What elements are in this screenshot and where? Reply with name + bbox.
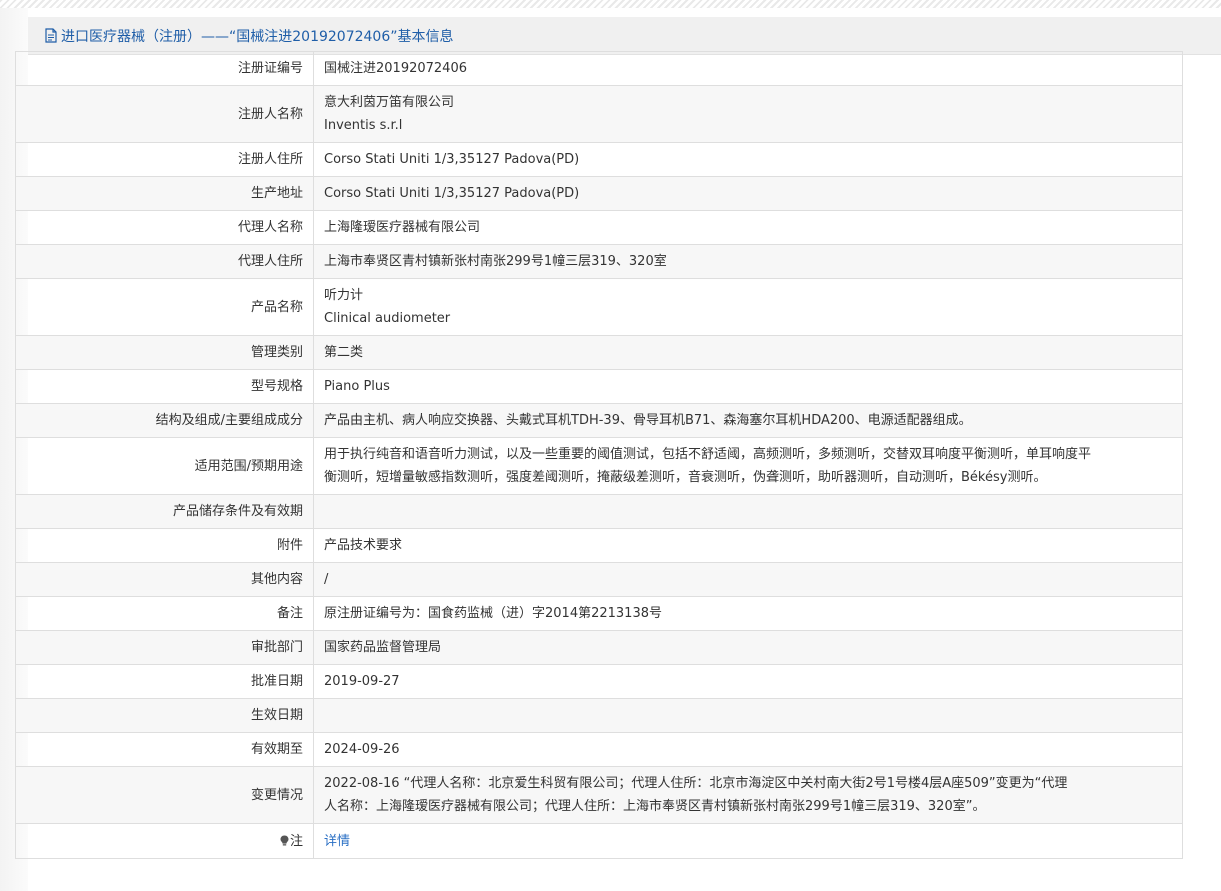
table-row: 注册人住所 Corso Stati Uniti 1/3,35127 Padova… [15,142,1183,177]
table-row: 变更情况 2022-08-16 “代理人名称：北京爱生科贸有限公司；代理人住所：… [15,766,1183,824]
structure-label: 结构及组成/主要组成成分 [15,403,314,438]
valid-until-value: 2024-09-26 [313,732,1183,767]
approval-dept-value: 国家药品监督管理局 [313,630,1183,665]
remark-value: 原注册证编号为：国食药监械（进）字2014第2213138号 [313,596,1183,631]
intended-use-line-1: 用于执行纯音和语音听力测试，以及一些重要的阈值测试，包括不舒适阈，高频测听，多频… [324,447,1092,462]
bulb-icon [280,835,289,845]
note-label-cell: 注 [15,823,314,859]
table-row: 备注 原注册证编号为：国食药监械（进）字2014第2213138号 [15,596,1183,631]
agent-address-value: 上海市奉贤区青村镇新张村南张299号1幢三层319、320室 [313,244,1183,279]
table-row: 适用范围/预期用途 用于执行纯音和语音听力测试，以及一些重要的阈值测试，包括不舒… [15,437,1183,495]
intended-use-value: 用于执行纯音和语音听力测试，以及一些重要的阈值测试，包括不舒适阈，高频测听，多频… [313,437,1183,495]
changes-value: 2022-08-16 “代理人名称：北京爱生科贸有限公司；代理人住所：北京市海淀… [313,766,1183,824]
top-stripe [0,0,1221,8]
document-icon [45,28,57,43]
registrant-label: 注册人名称 [15,85,314,143]
product-name-cn: 听力计 [324,288,364,303]
table-row: 管理类别 第二类 [15,335,1183,370]
table-row: 代理人住所 上海市奉贤区青村镇新张村南张299号1幢三层319、320室 [15,244,1183,279]
other-label: 其他内容 [15,562,314,597]
table-row: 附件 产品技术要求 [15,528,1183,563]
reg-no-label: 注册证编号 [15,51,314,86]
agent-name-label: 代理人名称 [15,210,314,245]
product-name-value: 听力计 Clinical audiometer [313,278,1183,336]
table-row: 注册证编号 国械注进20192072406 [15,51,1183,86]
storage-label: 产品储存条件及有效期 [15,494,314,529]
table-row: 生产地址 Corso Stati Uniti 1/3,35127 Padova(… [15,176,1183,211]
table-row: 有效期至 2024-09-26 [15,732,1183,767]
management-class-label: 管理类别 [15,335,314,370]
table-row: 注 详情 [15,823,1183,859]
changes-label: 变更情况 [15,766,314,824]
attachment-label: 附件 [15,528,314,563]
agent-address-label: 代理人住所 [15,244,314,279]
registrant-address-value: Corso Stati Uniti 1/3,35127 Padova(PD) [313,142,1183,177]
intended-use-line-2: 衡测听，短增量敏感指数测听，强度差阈测听，掩蔽级差测听，音衰测听，伪聋测听，助听… [324,470,1047,485]
intended-use-label: 适用范围/预期用途 [15,437,314,495]
structure-value: 产品由主机、病人响应交换器、头戴式耳机TDH-39、骨导耳机B71、森海塞尔耳机… [313,403,1183,438]
info-table-wrap: 注册证编号 国械注进20192072406 注册人名称 意大利茵万笛有限公司 I… [15,51,1183,859]
attachment-value: 产品技术要求 [313,528,1183,563]
right-edge [1216,55,1221,891]
table-row: 产品名称 听力计 Clinical audiometer [15,278,1183,336]
management-class-value: 第二类 [313,335,1183,370]
table-row: 其他内容 / [15,562,1183,597]
changes-line-2: 人名称：上海隆瑷医疗器械有限公司；代理人住所：上海市奉贤区青村镇新张村南张299… [324,799,986,814]
note-label: 注 [289,833,303,849]
changes-line-1: 2022-08-16 “代理人名称：北京爱生科贸有限公司；代理人住所：北京市海淀… [324,776,1068,791]
panel-header: 进口医疗器械（注册）——“国械注进20192072406”基本信息 [28,17,1221,55]
table-row: 型号规格 Piano Plus [15,369,1183,404]
approval-date-value: 2019-09-27 [313,664,1183,699]
table-row: 生效日期 [15,698,1183,733]
table-row: 代理人名称 上海隆瑷医疗器械有限公司 [15,210,1183,245]
remark-label: 备注 [15,596,314,631]
note-value: 详情 [313,823,1183,859]
table-row: 注册人名称 意大利茵万笛有限公司 Inventis s.r.l [15,85,1183,143]
registrant-name-en: Inventis s.r.l [324,118,403,133]
registrant-name-cn: 意大利茵万笛有限公司 [324,95,455,110]
approval-dept-label: 审批部门 [15,630,314,665]
registrant-value: 意大利茵万笛有限公司 Inventis s.r.l [313,85,1183,143]
model-label: 型号规格 [15,369,314,404]
production-address-label: 生产地址 [15,176,314,211]
table-row: 产品储存条件及有效期 [15,494,1183,529]
storage-value [313,494,1183,529]
page-title: 进口医疗器械（注册）——“国械注进20192072406”基本信息 [61,28,454,45]
other-value: / [313,562,1183,597]
details-link[interactable]: 详情 [324,834,350,849]
effective-date-value [313,698,1183,733]
table-row: 审批部门 国家药品监督管理局 [15,630,1183,665]
production-address-value: Corso Stati Uniti 1/3,35127 Padova(PD) [313,176,1183,211]
valid-until-label: 有效期至 [15,732,314,767]
effective-date-label: 生效日期 [15,698,314,733]
info-table: 注册证编号 国械注进20192072406 注册人名称 意大利茵万笛有限公司 I… [15,51,1183,859]
table-row: 批准日期 2019-09-27 [15,664,1183,699]
product-name-en: Clinical audiometer [324,311,451,326]
reg-no-value: 国械注进20192072406 [313,51,1183,86]
model-value: Piano Plus [313,369,1183,404]
approval-date-label: 批准日期 [15,664,314,699]
agent-name-value: 上海隆瑷医疗器械有限公司 [313,210,1183,245]
table-row: 结构及组成/主要组成成分 产品由主机、病人响应交换器、头戴式耳机TDH-39、骨… [15,403,1183,438]
product-name-label: 产品名称 [15,278,314,336]
registrant-address-label: 注册人住所 [15,142,314,177]
